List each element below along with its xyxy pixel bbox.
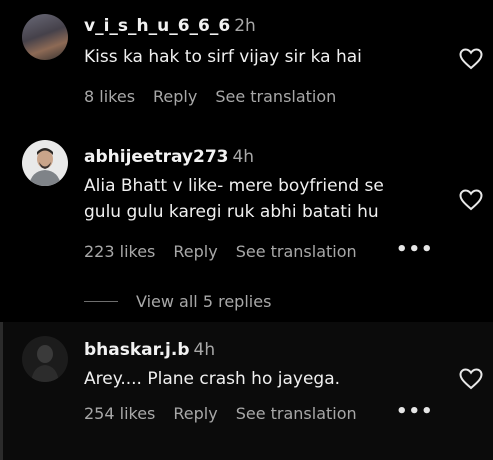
- comment-username[interactable]: bhaskar.j.b 4h: [84, 340, 215, 360]
- comment-text: Alia Bhatt v like- mere boyfriend se gul…: [84, 176, 384, 222]
- likes-count[interactable]: 254 likes: [84, 404, 155, 423]
- comment-actions: 8 likes Reply See translation: [84, 87, 336, 106]
- reply-button[interactable]: Reply: [153, 87, 197, 106]
- heart-outline-icon[interactable]: [459, 368, 483, 390]
- more-dots-icon[interactable]: •••: [396, 239, 434, 260]
- reply-button[interactable]: Reply: [173, 242, 217, 261]
- comment-username[interactable]: v_i_s_h_u_6_6_6 2h: [84, 16, 256, 36]
- comment-username[interactable]: abhijeetray273 4h: [84, 147, 254, 167]
- avatar-person-icon: [31, 345, 59, 382]
- more-dots-icon[interactable]: •••: [396, 401, 434, 422]
- heart-outline-icon[interactable]: [459, 189, 483, 211]
- heart-outline-icon[interactable]: [459, 48, 483, 70]
- comment-time: 2h: [234, 16, 256, 36]
- view-replies-label[interactable]: View all 5 replies: [136, 292, 271, 311]
- comment-time: 4h: [232, 147, 255, 167]
- comment-actions: 254 likes Reply See translation: [84, 404, 357, 423]
- reply-button[interactable]: Reply: [173, 404, 217, 423]
- comment-time: 4h: [193, 340, 216, 360]
- comment-actions: 223 likes Reply See translation: [84, 242, 357, 261]
- comment-text: Arey.... Plane crash ho jayega.: [84, 369, 341, 389]
- avatar[interactable]: [22, 14, 68, 60]
- see-translation-button[interactable]: See translation: [215, 87, 336, 106]
- view-replies-button[interactable]: View all 5 replies: [84, 292, 271, 311]
- likes-count[interactable]: 223 likes: [84, 242, 155, 261]
- avatar-person-icon: [29, 148, 61, 186]
- see-translation-button[interactable]: See translation: [236, 404, 357, 423]
- replies-divider: [84, 301, 118, 302]
- see-translation-button[interactable]: See translation: [236, 242, 357, 261]
- likes-count[interactable]: 8 likes: [84, 87, 135, 106]
- avatar[interactable]: [22, 140, 68, 186]
- avatar[interactable]: [22, 336, 68, 382]
- comment-text: Kiss ka hak to sirf vijay sir ka hai: [84, 47, 362, 67]
